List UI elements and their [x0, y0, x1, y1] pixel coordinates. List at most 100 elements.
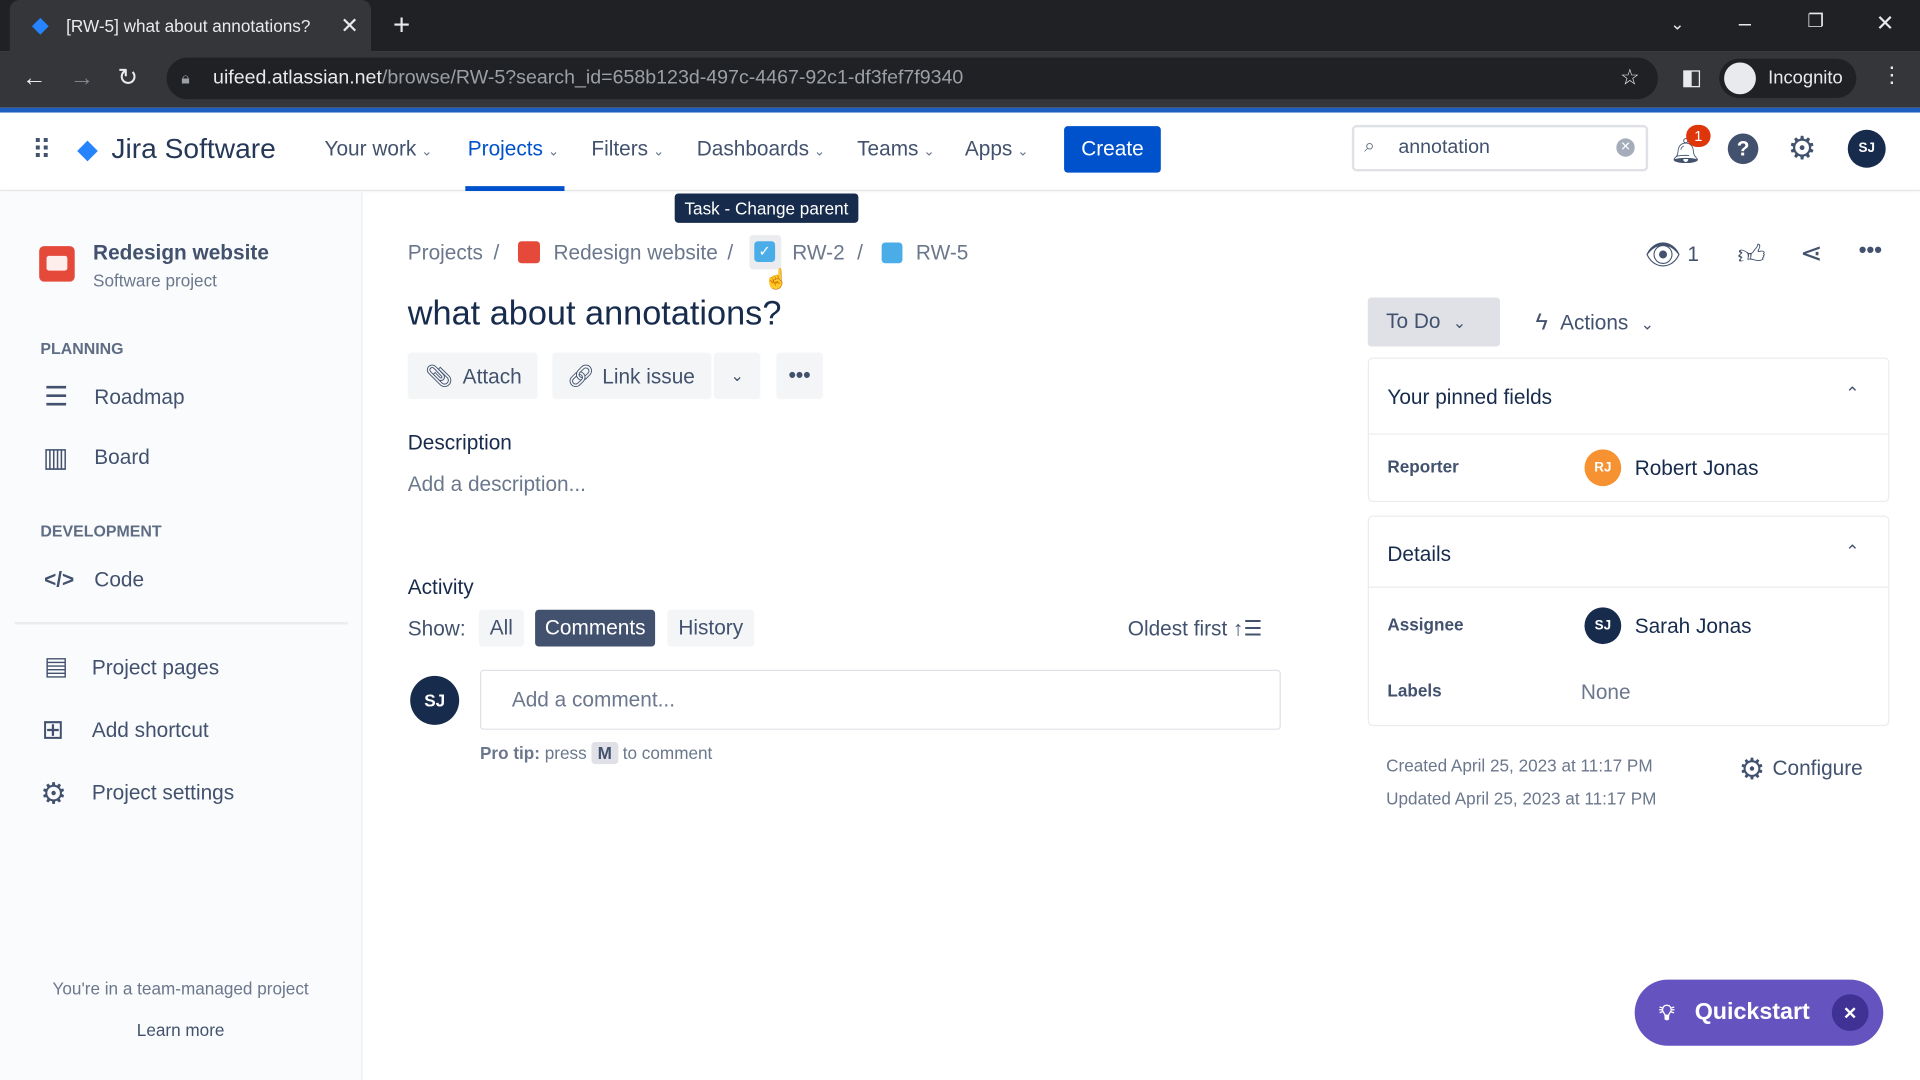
project-name[interactable]: Redesign website: [93, 241, 269, 265]
back-icon[interactable]: ←: [22, 66, 46, 90]
sidebar-item-project-settings[interactable]: Project settings: [92, 781, 234, 805]
incognito-badge[interactable]: Incognito: [1719, 58, 1857, 98]
updated-date: Updated April 25, 2023 at 11:17 PM: [1386, 788, 1657, 809]
more-options-icon[interactable]: •••: [1859, 238, 1882, 264]
sidebar-divider: [14, 622, 348, 625]
assignee-avatar: SJ: [1584, 607, 1622, 645]
url-host: uifeed.atlassian.net: [213, 67, 382, 89]
nav-projects[interactable]: Projects ⌄: [468, 137, 559, 161]
assignee-value[interactable]: Sarah Jonas: [1635, 615, 1752, 639]
settings-gear-icon[interactable]: ⚙: [1788, 130, 1817, 168]
filter-history[interactable]: History: [667, 609, 755, 647]
details-title[interactable]: Details: [1387, 542, 1451, 566]
minimize-icon[interactable]: –: [1739, 12, 1751, 34]
learn-more-link[interactable]: Learn more: [0, 1020, 361, 1040]
close-tab-icon[interactable]: ✕: [340, 15, 358, 37]
address-bar[interactable]: uifeed.atlassian.net/browse/RW-5?search_…: [166, 57, 1658, 100]
sidebar-item-add-shortcut[interactable]: Add shortcut: [92, 719, 209, 743]
breadcrumb-separator: /: [727, 241, 734, 265]
board-icon: ▥: [42, 442, 69, 473]
clear-search-icon[interactable]: ✕: [1616, 138, 1635, 157]
search-input[interactable]: annotation: [1351, 124, 1649, 172]
change-parent-button[interactable]: ✓: [749, 235, 782, 270]
code-icon: </>: [44, 568, 75, 592]
task-checkbox-icon: ✓: [754, 241, 776, 263]
sort-button[interactable]: Oldest first ↑☰: [1128, 617, 1262, 641]
actions-button[interactable]: ϟ Actions ⌄: [1536, 310, 1654, 337]
forward-icon[interactable]: →: [70, 66, 94, 90]
browser-menu-icon[interactable]: ⋮: [1881, 64, 1903, 86]
create-button[interactable]: Create: [1064, 126, 1161, 173]
description-input[interactable]: Add a description...: [408, 473, 586, 497]
jira-logo-icon[interactable]: ◆: [77, 133, 98, 165]
pinned-fields-panel: Your pinned fields ⌃ Reporter RJ Robert …: [1367, 357, 1890, 503]
url-path: /browse/RW-5?search_id=658b123d-497c-446…: [381, 67, 964, 89]
cursor-hand-icon: ☝: [764, 269, 789, 291]
sort-ascending-icon: ↑☰: [1233, 617, 1263, 641]
breadcrumb-issue[interactable]: RW-5: [916, 241, 968, 265]
link-icon: 🔗︎: [566, 363, 595, 389]
issue-title[interactable]: what about annotations?: [408, 294, 782, 333]
shortcut-key: M: [591, 742, 618, 765]
nav-apps[interactable]: Apps ⌄: [965, 137, 1029, 161]
app-switcher-icon[interactable]: ⠿: [32, 135, 52, 167]
user-avatar[interactable]: SJ: [1847, 129, 1886, 168]
nav-teams[interactable]: Teams ⌄: [857, 137, 935, 161]
pinned-fields-title[interactable]: Your pinned fields: [1387, 386, 1552, 410]
add-shortcut-icon: ⊞: [41, 713, 65, 745]
collapse-chevron-up-icon[interactable]: ⌃: [1845, 383, 1859, 404]
nav-dashboards[interactable]: Dashboards ⌄: [697, 137, 825, 161]
collapse-chevron-up-icon[interactable]: ⌃: [1845, 541, 1859, 562]
reload-icon[interactable]: ↻: [118, 66, 139, 90]
side-panel-icon[interactable]: ◧: [1681, 66, 1702, 88]
labels-value[interactable]: None: [1581, 681, 1631, 705]
close-window-icon[interactable]: ✕: [1876, 12, 1894, 34]
pro-tip: Pro tip: press M to comment: [480, 742, 713, 765]
sidebar-item-code[interactable]: Code: [94, 568, 144, 592]
browser-tab[interactable]: ◆ [RW-5] what about annotations? ✕: [9, 0, 372, 52]
tab-title: [RW-5] what about annotations?: [66, 15, 311, 36]
tab-search-icon[interactable]: ⌄: [1670, 15, 1684, 32]
incognito-icon: [1724, 62, 1756, 95]
lock-icon: 🔒︎: [181, 68, 190, 87]
lightbulb-icon: 💡︎: [1659, 1000, 1675, 1025]
quickstart-button[interactable]: 💡︎ Quickstart ✕: [1634, 979, 1884, 1046]
watcher-count: 1: [1687, 242, 1699, 266]
reporter-avatar: RJ: [1584, 449, 1622, 487]
product-name[interactable]: Jira Software: [111, 132, 275, 165]
sidebar-item-project-pages[interactable]: Project pages: [92, 656, 219, 680]
project-pages-icon: ▤: [44, 652, 69, 681]
breadcrumb-projects[interactable]: Projects: [408, 241, 483, 265]
nav-your-work[interactable]: Your work ⌄: [324, 137, 432, 161]
close-quickstart-icon[interactable]: ✕: [1831, 994, 1869, 1032]
team-managed-note: You're in a team-managed project: [52, 978, 309, 998]
link-dropdown-chevron-icon[interactable]: ⌄: [713, 352, 761, 400]
sidebar: [0, 192, 363, 1080]
watch-eye-icon[interactable]: 👁︎: [1644, 238, 1681, 274]
new-tab-icon[interactable]: +: [393, 10, 410, 40]
show-label: Show:: [407, 617, 466, 641]
attach-button[interactable]: 📎︎ Attach: [407, 352, 538, 400]
nav-filters[interactable]: Filters ⌄: [591, 137, 664, 161]
filter-comments[interactable]: Comments: [535, 609, 656, 647]
breadcrumb-parent[interactable]: RW-2: [792, 241, 844, 265]
status-dropdown[interactable]: To Do ⌄: [1367, 297, 1501, 347]
labels-label: Labels: [1387, 680, 1442, 701]
like-thumbs-up-icon[interactable]: 👍︎: [1738, 238, 1766, 271]
help-icon[interactable]: ?: [1727, 133, 1759, 165]
share-icon[interactable]: ⋖: [1800, 238, 1823, 270]
sidebar-item-roadmap[interactable]: Roadmap: [94, 386, 184, 410]
notification-badge: 1: [1686, 124, 1711, 147]
sidebar-item-board[interactable]: Board: [94, 446, 150, 470]
assignee-label: Assignee: [1387, 614, 1464, 635]
more-actions-icon[interactable]: •••: [776, 352, 823, 400]
comment-input[interactable]: Add a comment...: [480, 669, 1281, 730]
breadcrumb-project[interactable]: Redesign website: [553, 241, 717, 265]
filter-all[interactable]: All: [478, 609, 524, 647]
project-avatar-icon: [39, 246, 75, 282]
restore-icon[interactable]: ❐: [1807, 12, 1823, 30]
configure-button[interactable]: ⚙ Configure: [1739, 752, 1863, 788]
bookmark-star-icon[interactable]: ☆: [1620, 66, 1640, 88]
reporter-value[interactable]: Robert Jonas: [1635, 457, 1759, 481]
link-issue-button[interactable]: 🔗︎ Link issue: [552, 352, 712, 400]
